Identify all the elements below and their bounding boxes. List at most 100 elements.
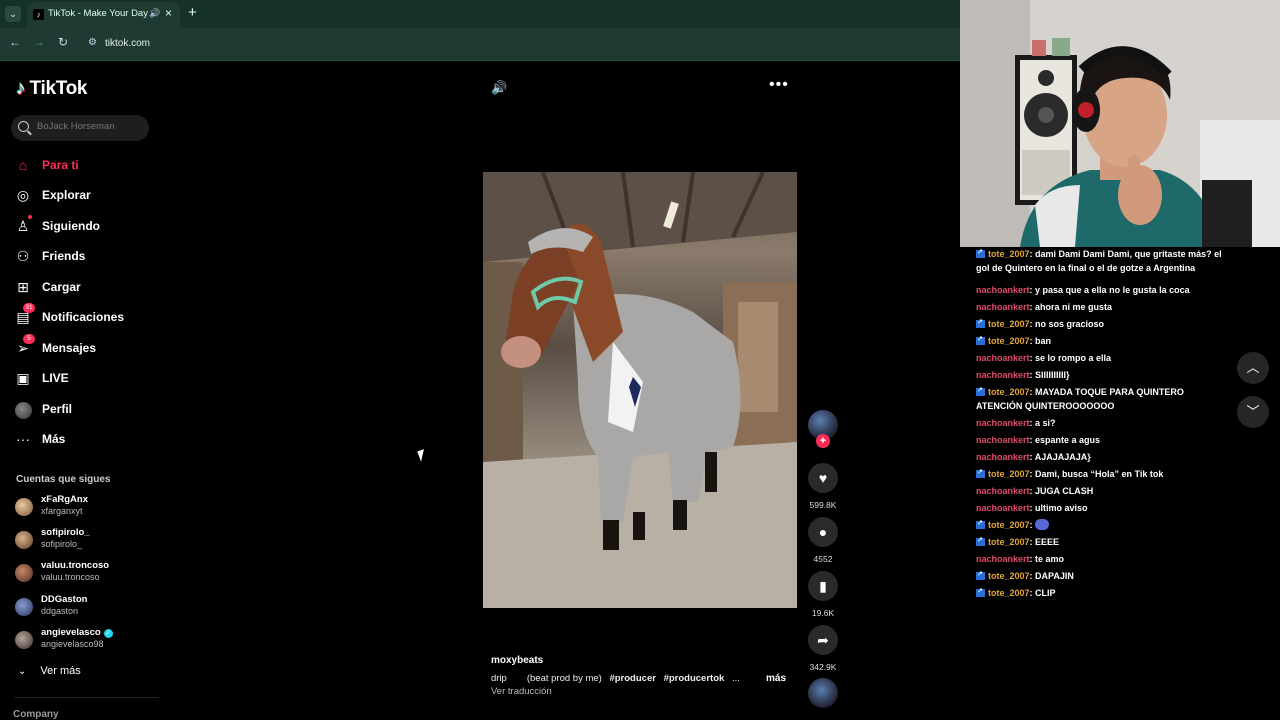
chat-message: nachoankert: y pasa que a ella no le gus… xyxy=(976,283,1228,297)
chat-username[interactable]: nachoankert xyxy=(976,503,1030,513)
chat-username[interactable]: nachoankert xyxy=(976,452,1030,462)
sidebar-item-para-ti[interactable]: ⌂ Para ti xyxy=(14,152,154,178)
browser-tab[interactable]: ♪ TikTok - Make Your Day 🔊 × xyxy=(27,2,180,28)
chat-text: : JUGA CLASH xyxy=(1029,486,1094,496)
sidebar-item-label: Cargar xyxy=(42,280,81,294)
following-account[interactable]: valuu.troncoso valuu.troncoso xyxy=(15,560,155,586)
avatar xyxy=(15,564,33,582)
chat-username[interactable]: nachoankert xyxy=(976,285,1030,295)
sidebar-item-label: Notificaciones xyxy=(42,310,125,324)
chat-username[interactable]: nachoankert xyxy=(976,554,1030,564)
chat-username[interactable]: tote_2007 xyxy=(988,520,1030,530)
search-input[interactable] xyxy=(37,121,142,132)
address-bar[interactable]: ⚙ tiktok.com xyxy=(80,33,956,55)
account-name-text: angievelasco xyxy=(41,627,101,638)
notification-badge: 31 xyxy=(23,303,35,313)
chat-text: : espante a agus xyxy=(1029,435,1101,445)
chat-username[interactable]: tote_2007 xyxy=(988,387,1030,397)
sidebar-item-cargar[interactable]: ⊞ Cargar xyxy=(14,274,154,300)
new-tab-icon[interactable]: + xyxy=(188,4,197,21)
account-name: DDGaston xyxy=(41,594,88,605)
tab-audio-icon[interactable]: 🔊 xyxy=(149,8,160,19)
chat-message: nachoankert: ultimo aviso xyxy=(976,501,1228,515)
more-options-icon[interactable]: ••• xyxy=(769,76,789,94)
following-account[interactable]: sofipirolo_ sofipirolo_ xyxy=(15,527,155,553)
chat-username[interactable]: nachoankert xyxy=(976,353,1030,363)
site-info-icon[interactable]: ⚙ xyxy=(88,37,97,48)
chat-text: : DAPAJIN xyxy=(1029,571,1074,581)
chat-username[interactable]: tote_2007 xyxy=(988,469,1030,479)
search-bar[interactable] xyxy=(11,115,149,141)
see-translation-link[interactable]: Ver traducción xyxy=(491,686,552,697)
chat-username[interactable]: nachoankert xyxy=(976,418,1030,428)
chat-username[interactable]: tote_2007 xyxy=(988,249,1030,259)
chat-message: nachoankert: te amo xyxy=(976,552,1228,566)
comment-button[interactable]: ● xyxy=(808,517,838,547)
chat-username[interactable]: nachoankert xyxy=(976,486,1030,496)
chat-username[interactable]: tote_2007 xyxy=(988,336,1030,346)
following-account[interactable]: angievelasco ✓ angievelasco98 xyxy=(15,627,155,653)
chat-message: tote_2007: DAPAJIN xyxy=(976,568,1228,583)
heart-icon: ♥ xyxy=(818,470,828,486)
like-button[interactable]: ♥ xyxy=(808,463,838,493)
follow-plus-icon[interactable]: + xyxy=(816,434,830,448)
reload-icon[interactable]: ↻ xyxy=(55,35,71,49)
chevron-down-icon[interactable]: ﹀ xyxy=(1237,396,1269,428)
account-handle: sofipirolo_ xyxy=(41,539,83,549)
company-link[interactable]: Company xyxy=(13,709,59,720)
video-player[interactable] xyxy=(483,172,797,608)
back-arrow-icon[interactable]: ← xyxy=(7,35,23,49)
chat-text: : no sos gracioso xyxy=(1029,319,1105,329)
following-account[interactable]: xFaRgAnx xfarganxyt xyxy=(15,494,155,520)
send-icon: ➢ 5 xyxy=(14,334,35,357)
chat-username[interactable]: tote_2007 xyxy=(988,571,1030,581)
chat-message: tote_2007: no sos gracioso xyxy=(976,316,1228,331)
ellipsis-icon: ··· xyxy=(16,431,30,447)
sidebar-item-perfil[interactable]: Perfil xyxy=(14,396,154,422)
message-badge: 5 xyxy=(23,334,35,344)
logo-text: TikTok xyxy=(29,78,88,99)
sidebar-item-siguiendo[interactable]: ♙ Siguiendo xyxy=(14,213,154,239)
video-author[interactable]: moxybeats xyxy=(491,655,543,666)
account-handle: xfarganxyt xyxy=(41,506,83,516)
following-account[interactable]: DDGaston ddgaston xyxy=(15,594,155,620)
chevron-up-icon[interactable]: ︿ xyxy=(1237,352,1269,384)
save-button[interactable]: ▮ xyxy=(808,571,838,601)
sidebar-item-live[interactable]: ▣ LIVE xyxy=(14,365,154,391)
share-button[interactable]: ➦ xyxy=(808,625,838,655)
chat-text: : se lo rompo a ella xyxy=(1029,353,1112,363)
subscriber-badge-icon xyxy=(976,568,985,582)
tiktok-logo[interactable]: ♪ TikTok xyxy=(16,78,87,100)
more-description-button[interactable]: más xyxy=(766,673,786,684)
music-disc-icon[interactable] xyxy=(808,678,838,708)
sidebar-item-mas[interactable]: ··· Más xyxy=(14,426,154,452)
following-section-title: Cuentas que sigues xyxy=(16,474,111,485)
sidebar-item-mensajes[interactable]: ➢ 5 Mensajes xyxy=(14,334,154,361)
search-icon[interactable] xyxy=(18,121,29,132)
comment-count: 4552 xyxy=(813,554,833,564)
chat-username[interactable]: nachoankert xyxy=(976,435,1030,445)
chat-message: tote_2007: MAYADA TOQUE PARA QUINTERO AT… xyxy=(976,384,1228,413)
sidebar-item-explorar[interactable]: ◎ Explorar xyxy=(14,182,154,208)
avatar xyxy=(15,498,33,516)
sidebar-divider xyxy=(14,697,159,698)
sidebar-item-label: Perfil xyxy=(42,402,73,416)
hashtag-link[interactable]: #producer xyxy=(609,673,655,684)
forward-arrow-icon[interactable]: → xyxy=(31,35,47,49)
hashtag-link[interactable]: #producertok xyxy=(664,673,725,684)
chat-message: tote_2007: Dami, busca “Hola” en Tik tok xyxy=(976,466,1228,481)
profile-avatar xyxy=(14,400,32,419)
tab-close-icon[interactable]: × xyxy=(165,6,172,20)
tab-list-chevron-icon[interactable]: ⌄ xyxy=(5,6,21,22)
chat-text: : CLIP xyxy=(1029,588,1056,598)
chat-username[interactable]: tote_2007 xyxy=(988,319,1030,329)
chat-username[interactable]: nachoankert xyxy=(976,302,1030,312)
see-more-label: Ver más xyxy=(40,665,81,677)
sidebar-item-friends[interactable]: ⚇ Friends xyxy=(14,243,154,269)
volume-icon[interactable]: 🔊 xyxy=(491,80,507,96)
chat-username[interactable]: nachoankert xyxy=(976,370,1030,380)
see-more-button[interactable]: ⌄ Ver más xyxy=(18,665,81,677)
sidebar-item-notificaciones[interactable]: ▤ 31 Notificaciones xyxy=(14,303,154,330)
chat-username[interactable]: tote_2007 xyxy=(988,588,1030,598)
chat-username[interactable]: tote_2007 xyxy=(988,537,1030,547)
